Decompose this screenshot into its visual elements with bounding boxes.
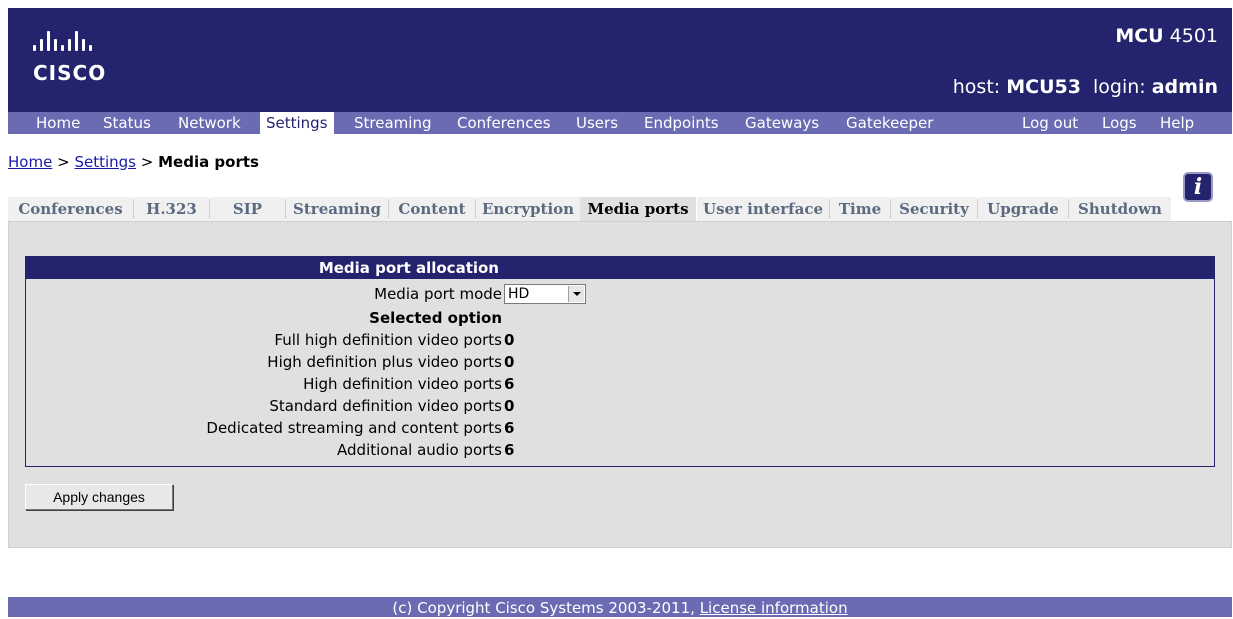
cisco-logo: CISCO — [33, 31, 113, 87]
tab-shutdown[interactable]: Shutdown — [1069, 197, 1171, 221]
copyright-text: (c) Copyright Cisco Systems 2003-2011, — [392, 599, 695, 617]
host-value: MCU53 — [1006, 76, 1081, 98]
tab-media-ports[interactable]: Media ports — [580, 197, 696, 221]
port-row-value: 0 — [504, 353, 515, 371]
port-row-label: Additional audio ports — [337, 441, 502, 459]
content-area: Media port allocation Media port mode HD… — [8, 221, 1232, 548]
tab-streaming[interactable]: Streaming — [286, 197, 388, 221]
selected-option-heading: Selected option — [369, 309, 502, 327]
port-row-value: 0 — [504, 331, 515, 349]
nav-conferences[interactable]: Conferences — [451, 112, 557, 134]
port-row-label: Full high definition video ports — [274, 331, 502, 349]
port-row-value: 6 — [504, 419, 515, 437]
port-row: Dedicated streaming and content ports 6 — [26, 417, 1214, 439]
nav-gatekeeper[interactable]: Gatekeeper — [840, 112, 939, 134]
nav-settings[interactable]: Settings — [260, 112, 334, 134]
nav-help[interactable]: Help — [1154, 112, 1200, 134]
tab-sip[interactable]: SIP — [210, 197, 285, 221]
product-model: 4501 — [1169, 25, 1218, 47]
tab-upgrade[interactable]: Upgrade — [978, 197, 1068, 221]
nav-users[interactable]: Users — [570, 112, 624, 134]
nav-endpoints[interactable]: Endpoints — [638, 112, 725, 134]
nav-network[interactable]: Network — [172, 112, 247, 134]
tab-content[interactable]: Content — [389, 197, 475, 221]
nav-gateways[interactable]: Gateways — [739, 112, 825, 134]
port-row: High definition plus video ports 0 — [26, 351, 1214, 373]
nav-logout[interactable]: Log out — [1016, 112, 1084, 134]
main-nav: Home Status Network Settings Streaming C… — [8, 112, 1232, 134]
port-row-label: High definition plus video ports — [267, 353, 502, 371]
host-label: host: — [952, 76, 1001, 98]
port-row: Additional audio ports 6 — [26, 439, 1214, 461]
port-row-label: Standard definition video ports — [269, 397, 502, 415]
port-row-label: High definition video ports — [303, 375, 502, 393]
media-port-mode-label: Media port mode — [374, 285, 502, 303]
port-row-value: 0 — [504, 397, 515, 415]
breadcrumb-separator: > — [140, 153, 154, 171]
tab-security[interactable]: Security — [891, 197, 977, 221]
panel-header: Media port allocation — [26, 257, 1214, 279]
login-label: login: — [1093, 76, 1146, 98]
tab-user-interface[interactable]: User interface — [697, 197, 829, 221]
port-row-label: Dedicated streaming and content ports — [206, 419, 502, 437]
breadcrumb-current: Media ports — [158, 153, 259, 171]
product-name: MCU — [1115, 25, 1164, 47]
chevron-down-icon — [568, 286, 584, 302]
port-row-value: 6 — [504, 375, 515, 393]
nav-home[interactable]: Home — [30, 112, 86, 134]
license-information-link[interactable]: License information — [700, 599, 848, 617]
breadcrumb-separator: > — [57, 153, 70, 171]
product-title: MCU 4501 — [1115, 25, 1218, 47]
media-port-allocation-panel: Media port allocation Media port mode HD… — [25, 256, 1215, 467]
port-row: Full high definition video ports 0 — [26, 329, 1214, 351]
cisco-logo-text: CISCO — [33, 61, 107, 85]
media-port-mode-select[interactable]: HD — [504, 284, 586, 304]
tab-encryption[interactable]: Encryption — [476, 197, 580, 221]
breadcrumb-settings-link[interactable]: Settings — [74, 153, 136, 171]
tab-conferences[interactable]: Conferences — [8, 197, 133, 221]
tab-h323[interactable]: H.323 — [134, 197, 209, 221]
nav-logs[interactable]: Logs — [1096, 112, 1143, 134]
nav-status[interactable]: Status — [97, 112, 157, 134]
nav-streaming[interactable]: Streaming — [348, 112, 437, 134]
info-icon[interactable]: i — [1183, 172, 1213, 202]
media-port-mode-row: Media port mode HD — [26, 283, 1214, 305]
port-row-value: 6 — [504, 441, 515, 459]
tab-time[interactable]: Time — [830, 197, 890, 221]
header-banner: CISCO MCU 4501 host: MCU53 login: admin — [8, 8, 1232, 112]
port-row: High definition video ports 6 — [26, 373, 1214, 395]
apply-changes-button[interactable]: Apply changes — [25, 484, 173, 510]
breadcrumb-home-link[interactable]: Home — [8, 153, 52, 171]
host-login-info: host: MCU53 login: admin — [953, 76, 1218, 98]
footer: (c) Copyright Cisco Systems 2003-2011, L… — [8, 597, 1232, 617]
breadcrumb: Home > Settings > Media ports — [8, 153, 259, 171]
media-port-mode-value: HD — [508, 286, 530, 302]
panel-title: Media port allocation — [318, 259, 499, 277]
port-row: Standard definition video ports 0 — [26, 395, 1214, 417]
login-value: admin — [1151, 76, 1218, 98]
selected-option-row: Selected option — [26, 307, 1214, 329]
